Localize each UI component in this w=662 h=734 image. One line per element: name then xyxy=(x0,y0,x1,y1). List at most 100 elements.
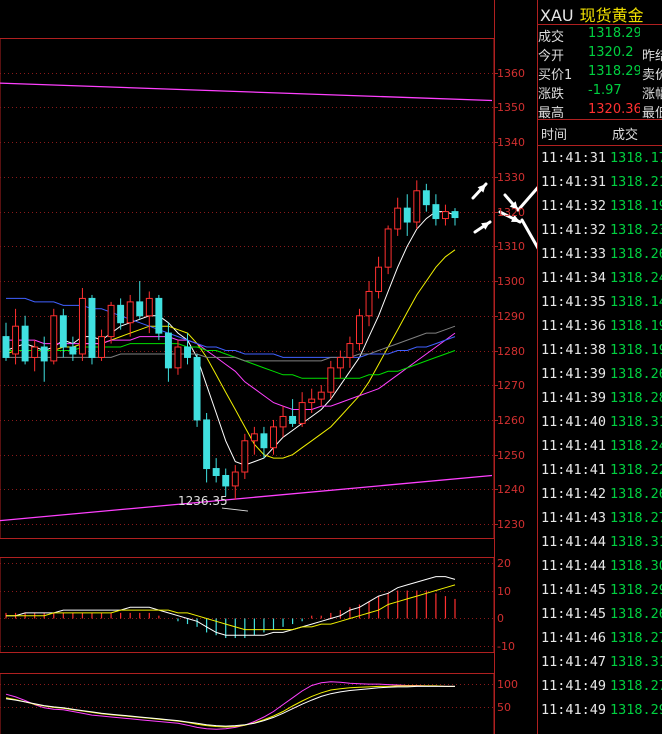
candle-body xyxy=(21,325,29,362)
tick-row: 11:41:31 1318.17 xyxy=(541,150,662,174)
tick-price: 1318.30 xyxy=(610,558,662,574)
tick-time: 11:41:45 xyxy=(541,606,607,622)
quote-label: 成交 xyxy=(538,30,565,45)
tick-time: 11:41:33 xyxy=(541,246,607,262)
tick-row: 11:41:49 1318.29 xyxy=(541,702,662,726)
quote-extra-label: 最低 xyxy=(642,106,662,121)
tick-row: 11:41:36 1318.19 xyxy=(541,318,662,342)
trend-line xyxy=(0,82,493,102)
candle-body xyxy=(260,433,268,449)
kdj-line xyxy=(5,685,455,727)
tick-price: 1318.26 xyxy=(610,366,662,382)
tick-price: 1318.14 xyxy=(610,294,662,310)
candle-body xyxy=(451,211,459,219)
tick-time: 11:41:44 xyxy=(541,534,607,550)
tick-row: 11:41:41 1318.22 xyxy=(541,462,662,486)
tick-price: 1318.31 xyxy=(610,534,662,550)
low-price-pointer xyxy=(221,507,249,512)
tick-time: 11:41:32 xyxy=(541,222,607,238)
candle-body xyxy=(289,415,297,424)
candle-body xyxy=(270,426,277,449)
candle-body xyxy=(308,398,316,404)
candle-body xyxy=(432,204,440,220)
candle-body xyxy=(231,471,239,487)
quote-value: 1320.36 xyxy=(588,102,640,117)
tick-price: 1318.23 xyxy=(610,222,662,238)
tick-price: 1318.19 xyxy=(610,342,662,358)
candle-body xyxy=(212,468,220,476)
candle-body xyxy=(88,297,96,358)
trend-line xyxy=(0,474,493,522)
quote-row: 买价1 1318.29 卖价 xyxy=(538,64,662,83)
candle-body xyxy=(356,315,363,345)
quote-extra-label: 昨结 xyxy=(642,49,662,64)
axis-tick-label: 1230 xyxy=(497,517,525,531)
candle-body xyxy=(117,304,125,324)
quote-label: 涨跌 xyxy=(538,87,565,102)
tick-row: 11:41:47 1318.31 xyxy=(541,654,662,678)
candle-body xyxy=(222,475,230,487)
chart-frame xyxy=(0,0,495,734)
axis-tick-label: 1350 xyxy=(497,100,525,114)
tick-time: 11:41:41 xyxy=(541,438,607,454)
tick-price: 1318.24 xyxy=(610,270,662,286)
candle-body xyxy=(279,415,287,428)
candle-body xyxy=(317,391,325,400)
quote-extra-label: 卖价 xyxy=(642,68,662,83)
tick-price: 1318.27 xyxy=(610,630,662,646)
axis-tick-label: 1240 xyxy=(497,482,525,496)
tick-price: 1318.29 xyxy=(610,582,662,598)
symbol-code: XAU xyxy=(540,6,574,25)
tick-price: 1318.27 xyxy=(610,510,662,526)
tick-time: 11:41:32 xyxy=(541,198,607,214)
tick-price: 1318.26 xyxy=(610,246,662,262)
tick-row: 11:41:31 1318.21 xyxy=(541,174,662,198)
tick-row: 11:41:32 1318.23 xyxy=(541,222,662,246)
tick-time: 11:41:42 xyxy=(541,486,607,502)
candle-body xyxy=(2,336,10,358)
tick-price: 1318.31 xyxy=(610,654,662,670)
candle-body xyxy=(336,356,344,369)
candle-body xyxy=(155,297,163,334)
tick-time: 11:41:43 xyxy=(541,510,607,526)
axis-tick-label: 1310 xyxy=(497,239,525,253)
tick-price: 1318.19 xyxy=(610,198,662,214)
tick-time: 11:41:45 xyxy=(541,582,607,598)
tick-price: 1318.17 xyxy=(610,150,662,166)
symbol-title: XAU 现货黄金 xyxy=(540,2,644,26)
candle-body xyxy=(164,332,172,369)
tick-time: 11:41:49 xyxy=(541,702,607,718)
candle-body xyxy=(40,346,48,362)
candle-body xyxy=(422,190,430,206)
candle-body xyxy=(365,290,373,317)
tick-row: 11:41:32 1318.19 xyxy=(541,198,662,222)
quote-row: 成交 1318.29 xyxy=(538,26,640,45)
candle-body xyxy=(250,433,258,442)
candle-body xyxy=(384,228,392,268)
tick-time: 11:41:34 xyxy=(541,270,607,286)
quote-row: 最高 1320.36 最低 xyxy=(538,102,662,121)
candle-body xyxy=(327,367,335,393)
symbol-name: 现货黄金 xyxy=(579,6,644,25)
ticks-header-time: 时间 xyxy=(541,128,568,143)
tick-row: 11:41:41 1318.24 xyxy=(541,438,662,462)
axis-tick-label: 100 xyxy=(497,677,518,691)
tick-row: 11:41:35 1318.14 xyxy=(541,294,662,318)
ticks-header-price: 成交 xyxy=(612,128,639,143)
tick-price: 1318.28 xyxy=(610,390,662,406)
axis-tick-label: 20 xyxy=(497,556,511,570)
candle-body xyxy=(107,304,115,338)
candle-body xyxy=(145,297,153,317)
arrow-shaft xyxy=(518,186,537,210)
macd-panel xyxy=(0,563,494,647)
quote-row: 今开 1320.2 昨结 xyxy=(538,45,662,64)
tick-row: 11:41:45 1318.29 xyxy=(541,582,662,606)
quote-value: 1318.29 xyxy=(588,64,640,79)
tick-row: 11:41:33 1318.26 xyxy=(541,246,662,270)
tick-price: 1318.22 xyxy=(610,462,662,478)
candle-body xyxy=(441,211,449,220)
tick-row: 11:41:43 1318.27 xyxy=(541,510,662,534)
price-chart[interactable]: 1236.35 xyxy=(0,0,537,734)
candle-body xyxy=(193,356,201,421)
tick-row: 11:41:38 1318.19 xyxy=(541,342,662,366)
